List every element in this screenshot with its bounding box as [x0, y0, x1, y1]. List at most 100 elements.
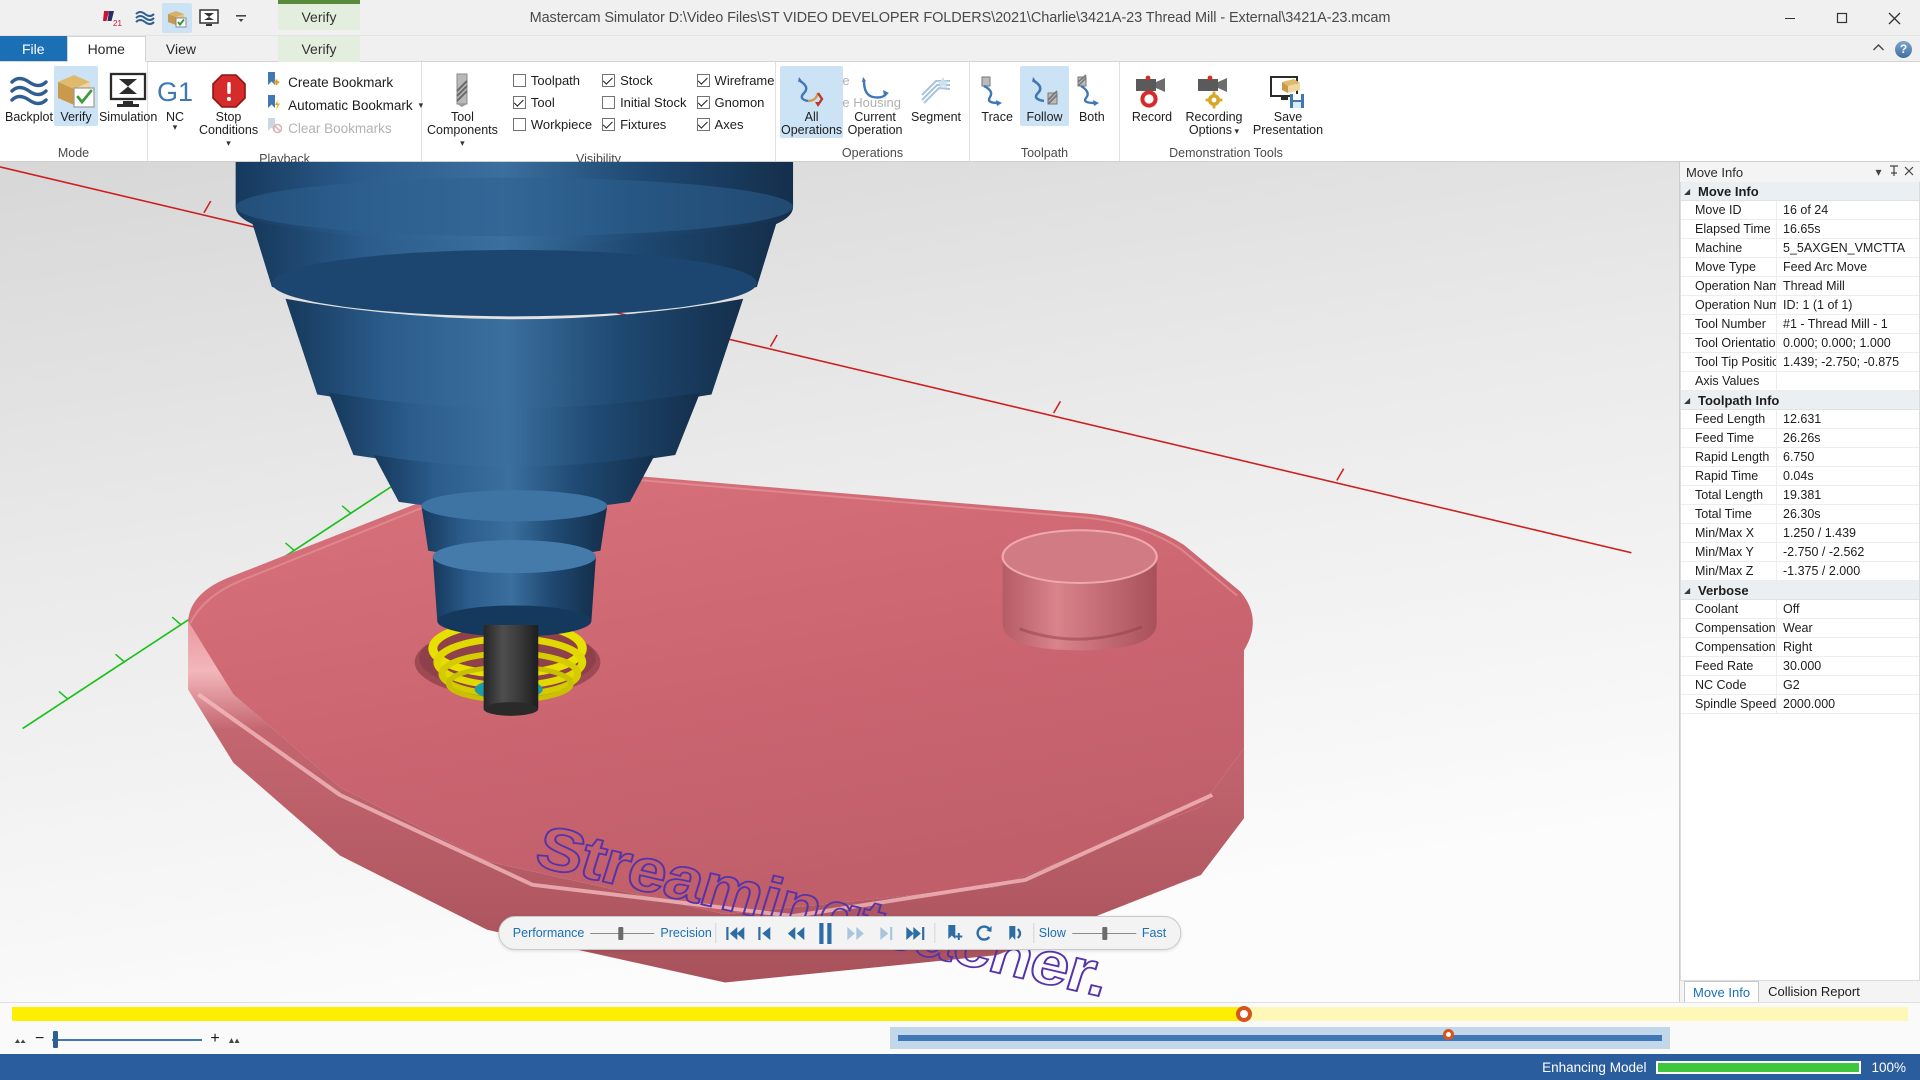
- add-bookmark-button[interactable]: [940, 919, 970, 947]
- checkbox-fixtures[interactable]: Fixtures: [602, 115, 686, 133]
- skip-to-start-button[interactable]: [721, 919, 751, 947]
- segment-button[interactable]: Segment: [907, 66, 965, 126]
- checkbox-fixtures-box[interactable]: [602, 117, 616, 131]
- checkbox-initial-stock-box[interactable]: [602, 95, 616, 109]
- checkbox-gnomon-box[interactable]: [696, 95, 710, 109]
- checkbox-axes-box[interactable]: [696, 117, 710, 131]
- checkbox-toolpath-box[interactable]: [512, 73, 526, 87]
- tab-move-info[interactable]: Move Info: [1684, 981, 1760, 1003]
- row-key: Feed Time: [1681, 429, 1777, 447]
- tab-collision-report[interactable]: Collision Report: [1759, 981, 1869, 1002]
- section-verbose[interactable]: ◢ Verbose: [1681, 581, 1919, 600]
- stop-conditions-button[interactable]: Stop Conditions ▾: [198, 66, 259, 151]
- speed-slider-handle[interactable]: [1102, 927, 1108, 940]
- quality-slider[interactable]: [590, 926, 655, 940]
- move-info-panel-title: Move Info: [1686, 164, 1744, 180]
- move-info-content[interactable]: ◢ Move Info Move ID 16 of 24 Elapsed Time…: [1680, 182, 1920, 980]
- quality-slider-handle[interactable]: [617, 927, 623, 940]
- zoom-out-icon[interactable]: [14, 1032, 27, 1047]
- zoom-in-icon[interactable]: [228, 1032, 241, 1047]
- checkbox-wireframe[interactable]: Wireframe: [696, 71, 775, 89]
- zoom-slider[interactable]: [52, 1031, 203, 1048]
- checkbox-initial-stock[interactable]: Initial Stock: [602, 93, 687, 111]
- zoom-slider-handle[interactable]: [53, 1031, 59, 1048]
- pause-button[interactable]: [811, 919, 841, 947]
- automatic-bookmark-button[interactable]: Automatic Bookmark ▾: [265, 95, 423, 115]
- nc-button[interactable]: G1 NC ▾: [152, 66, 198, 133]
- checkbox-axes[interactable]: Axes: [696, 115, 775, 133]
- record-button[interactable]: Record: [1124, 66, 1180, 126]
- maximize-button[interactable]: [1816, 0, 1868, 36]
- bookmark-jump-button[interactable]: [1000, 919, 1030, 947]
- collapse-ribbon-icon[interactable]: [1872, 43, 1885, 55]
- backplot-button[interactable]: Backplot: [4, 66, 54, 126]
- row-key: Min/Max X: [1681, 524, 1777, 542]
- section-toolpath-info-triangle[interactable]: ◢: [1684, 396, 1694, 405]
- table-row: Compensation Ty Wear: [1681, 619, 1919, 638]
- all-operations-button[interactable]: All Operations: [780, 66, 844, 138]
- zoom-plus-label[interactable]: +: [210, 1031, 219, 1047]
- tab-file[interactable]: File: [0, 36, 67, 61]
- checkbox-workpiece[interactable]: Workpiece: [512, 115, 592, 133]
- section-move-info[interactable]: ◢ Move Info: [1681, 182, 1919, 201]
- table-row: Min/Max X 1.250 / 1.439: [1681, 524, 1919, 543]
- table-row: Feed Time 26.26s: [1681, 429, 1919, 448]
- zoom-minus-label[interactable]: −: [35, 1031, 44, 1047]
- row-value: 12.631: [1783, 412, 1822, 426]
- table-row: Feed Length 12.631: [1681, 410, 1919, 429]
- playback-separator-2: [934, 923, 936, 943]
- tool-components-button[interactable]: Tool Components ▾: [426, 66, 499, 151]
- checkbox-wireframe-box[interactable]: [696, 73, 710, 87]
- checkbox-workpiece-box[interactable]: [512, 117, 526, 131]
- checkbox-tool-box[interactable]: [512, 95, 526, 109]
- ribbon: Backplot Verify Simulation Mode G1 NC ▾ …: [0, 62, 1920, 166]
- tab-home[interactable]: Home: [66, 36, 146, 62]
- checkbox-stock-box[interactable]: [602, 73, 616, 87]
- trace-button[interactable]: Trace: [974, 66, 1020, 126]
- tab-verify[interactable]: Verify: [278, 36, 360, 62]
- step-forward-button[interactable]: [871, 919, 901, 947]
- create-bookmark-icon: [265, 71, 282, 93]
- row-key: Machine: [1681, 239, 1777, 257]
- panel-close-icon[interactable]: [1901, 165, 1916, 179]
- checkbox-stock[interactable]: Stock: [602, 71, 686, 89]
- follow-icon: [1026, 69, 1064, 109]
- save-presentation-button[interactable]: Save Presentation: [1248, 66, 1328, 138]
- table-row: Operation Numb ID: 1 (1 of 1): [1681, 296, 1919, 315]
- close-button[interactable]: [1868, 0, 1920, 36]
- current-operation-button[interactable]: Current Operation: [843, 66, 907, 138]
- section-move-info-triangle[interactable]: ◢: [1684, 187, 1694, 196]
- 3d-viewport[interactable]: Streamingteacher. Z Y X: [0, 162, 1680, 1002]
- row-key: Min/Max Y: [1681, 543, 1777, 561]
- create-bookmark-button[interactable]: Create Bookmark: [265, 72, 423, 92]
- checkbox-toolpath[interactable]: Toolpath: [512, 71, 592, 89]
- rewind-button[interactable]: [781, 919, 811, 947]
- section-toolpath-info[interactable]: ◢ Toolpath Info: [1681, 391, 1919, 410]
- follow-button[interactable]: Follow: [1020, 66, 1069, 126]
- step-back-button[interactable]: [751, 919, 781, 947]
- checkbox-tool[interactable]: Tool: [512, 93, 592, 111]
- checkbox-axes-label: Axes: [714, 116, 744, 132]
- detail-level-knob[interactable]: [1443, 1029, 1455, 1040]
- slow-label: Slow: [1038, 926, 1066, 940]
- tab-view[interactable]: View: [146, 36, 216, 61]
- verify-button[interactable]: Verify: [53, 66, 98, 126]
- play-forward-button[interactable]: [841, 919, 871, 947]
- minimize-button[interactable]: [1764, 0, 1816, 36]
- panel-pin-icon[interactable]: [1886, 164, 1901, 180]
- detail-level-slider[interactable]: [890, 1027, 1670, 1049]
- simulation-progress-slider[interactable]: [12, 1006, 1908, 1022]
- section-verbose-triangle[interactable]: ◢: [1684, 586, 1694, 595]
- help-icon[interactable]: ?: [1895, 40, 1912, 58]
- row-value: -2.750 / -2.562: [1783, 545, 1865, 559]
- loop-button[interactable]: [970, 919, 1000, 947]
- nc-dropdown-caret[interactable]: ▾: [173, 123, 178, 132]
- panel-dropdown-icon[interactable]: ▾: [1871, 165, 1886, 179]
- row-value: 6.750: [1783, 450, 1815, 464]
- speed-slider[interactable]: [1071, 926, 1136, 940]
- skip-to-end-button[interactable]: [901, 919, 931, 947]
- visibility-column-3: Wireframe Gnomon Axes: [696, 66, 775, 133]
- recording-options-button[interactable]: Recording Options ▾: [1180, 66, 1248, 138]
- checkbox-gnomon[interactable]: Gnomon: [696, 93, 775, 111]
- both-button[interactable]: Both: [1069, 66, 1115, 126]
